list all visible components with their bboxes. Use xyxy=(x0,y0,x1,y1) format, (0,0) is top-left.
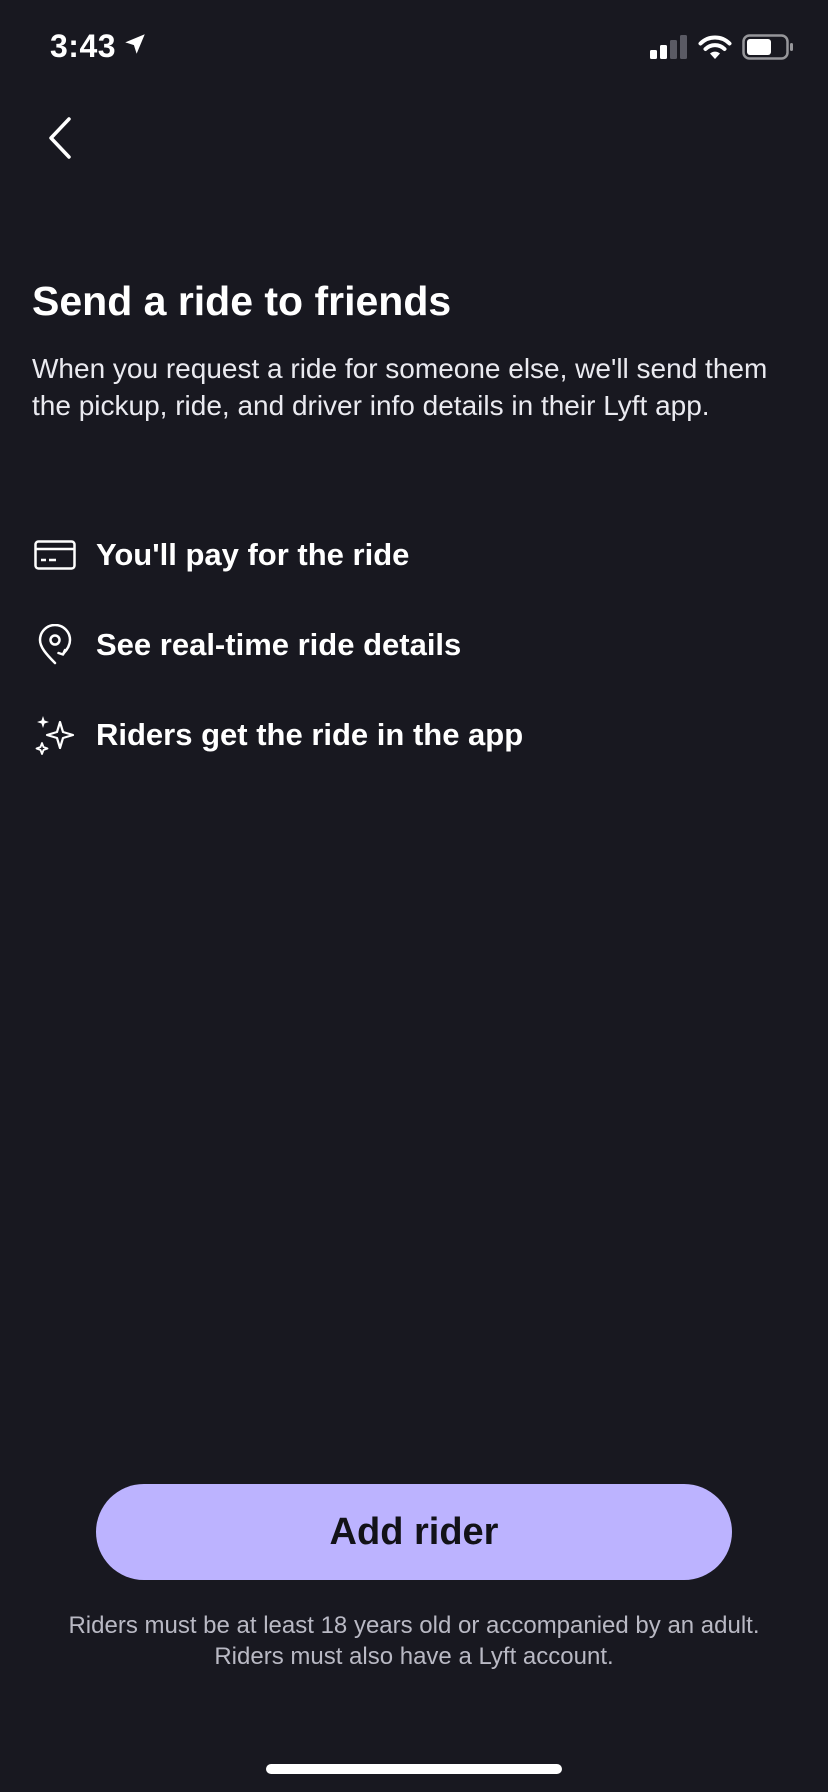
feature-label: Riders get the ride in the app xyxy=(96,717,524,752)
feature-item-details: See real-time ride details xyxy=(32,600,792,690)
chevron-left-icon xyxy=(45,115,75,166)
status-icons xyxy=(650,34,794,65)
disclaimer-line: Riders must also have a Lyft account. xyxy=(214,1643,614,1670)
page-title: Send a ride to friends xyxy=(32,278,452,324)
home-indicator[interactable] xyxy=(266,1764,562,1774)
feature-item-app: Riders get the ride in the app xyxy=(32,690,792,780)
battery-icon xyxy=(742,34,794,65)
features-list: You'll pay for the ride See real-time ri… xyxy=(32,510,792,780)
signal-icon xyxy=(650,35,688,64)
credit-card-icon xyxy=(32,532,78,578)
add-rider-button[interactable]: Add rider xyxy=(96,1484,732,1580)
status-time-label: 3:43 xyxy=(50,28,117,64)
page-subtitle: When you request a ride for someone else… xyxy=(32,353,768,421)
status-bar: 3:43 xyxy=(0,0,828,100)
feature-label: See real-time ride details xyxy=(96,627,462,662)
feature-label: You'll pay for the ride xyxy=(96,537,410,572)
location-arrow-icon xyxy=(122,28,148,65)
status-time: 3:43 xyxy=(50,28,148,65)
disclaimer-line: Riders must be at least 18 years old or … xyxy=(68,1612,760,1639)
location-pin-refresh-icon xyxy=(32,622,78,668)
disclaimer: Riders must be at least 18 years old or … xyxy=(20,1610,808,1672)
sparkles-icon xyxy=(32,712,78,758)
back-button[interactable] xyxy=(30,110,90,170)
feature-item-pay: You'll pay for the ride xyxy=(32,510,792,600)
wifi-icon xyxy=(698,34,732,65)
